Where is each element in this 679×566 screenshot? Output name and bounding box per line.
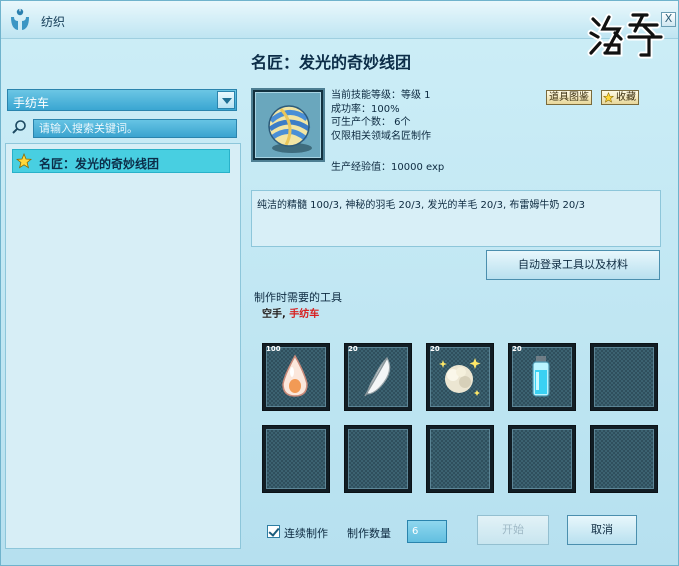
recipe-list: 名匠：发光的奇妙线团 [5, 143, 241, 549]
quantity-text: 可生产个数： 6个 [331, 117, 411, 128]
slot-background [594, 347, 654, 407]
favorite-button[interactable]: 收藏 [601, 90, 639, 105]
material-slot[interactable] [590, 425, 658, 493]
tool-prefix: 空手, [262, 309, 286, 320]
material-slot[interactable]: 100 [262, 343, 330, 411]
auto-register-button[interactable]: 自动登录工具以及材料 [486, 250, 660, 280]
dropdown-value: 手纺车 [13, 96, 50, 110]
feather-icon [364, 357, 391, 397]
tool-name: 手纺车 [289, 309, 320, 320]
search-icon [12, 120, 26, 134]
slot-background [512, 429, 572, 489]
star-icon [16, 153, 32, 169]
required-tools: 空手, 手纺车 [262, 305, 319, 320]
crafting-hands-icon [11, 8, 29, 30]
slot-background [594, 429, 654, 489]
tools-label: 制作时需要的工具 [254, 291, 342, 304]
slot-count: 20 [348, 345, 358, 353]
tool-dropdown[interactable]: 手纺车 [7, 89, 237, 111]
product-slot [255, 92, 321, 158]
crafting-window: 纺织 X 名匠：发光的奇妙线团 手纺车 请输入搜索关键词。 名匠：发光的奇妙线团… [0, 0, 679, 566]
slot-background [430, 429, 490, 489]
window-title: 纺织 [41, 15, 66, 29]
materials-box: 纯洁的精髓 100/3, 神秘的羽毛 20/3, 发光的羊毛 20/3, 布雷姆… [251, 190, 661, 247]
recipe-title: 名匠：发光的奇妙线团 [251, 53, 412, 72]
quantity-label: 制作数量 [347, 527, 391, 540]
material-slot[interactable]: 20 [426, 343, 494, 411]
yarn-ball-icon [268, 105, 312, 153]
success-rate-text: 成功率：100% [331, 103, 400, 115]
search-input[interactable] [33, 119, 237, 138]
materials-text: 纯洁的精髓 100/3, 神秘的羽毛 20/3, 发光的羊毛 20/3, 布雷姆… [257, 200, 585, 211]
slot-background [266, 429, 326, 489]
material-slot[interactable] [426, 425, 494, 493]
slot-background [348, 429, 408, 489]
product-item-frame [251, 88, 325, 162]
restriction-text: 仅限相关领域名匠制作 [331, 130, 431, 142]
chevron-down-icon[interactable] [217, 91, 235, 109]
favorite-label: 收藏 [616, 92, 636, 103]
exp-text: 生产经验值：10000 exp [331, 162, 445, 173]
material-slot[interactable] [508, 425, 576, 493]
material-slot[interactable] [344, 425, 412, 493]
glowing-wool-icon [439, 358, 481, 396]
watermark-logo [587, 11, 665, 59]
left-panel: 手纺车 名匠：发光的奇妙线团 [5, 85, 241, 549]
continuous-label: 连续制作 [284, 527, 328, 540]
slot-count: 20 [430, 345, 440, 353]
item-book-button[interactable]: 道具图鉴 [546, 90, 592, 105]
slot-count: 20 [512, 345, 522, 353]
skill-level-text: 当前技能等级：等级 1 [331, 90, 431, 101]
list-item[interactable]: 名匠：发光的奇妙线团 [12, 149, 230, 173]
slot-count: 100 [266, 345, 281, 353]
continuous-checkbox[interactable] [267, 525, 280, 538]
list-item-label: 名匠：发光的奇妙线团 [39, 157, 160, 171]
essence-icon [282, 354, 308, 397]
start-button[interactable]: 开始 [477, 515, 549, 545]
material-slot[interactable] [590, 343, 658, 411]
quantity-input[interactable] [407, 520, 447, 543]
material-slot[interactable]: 20 [344, 343, 412, 411]
star-icon [603, 92, 614, 103]
material-slot[interactable]: 20 [508, 343, 576, 411]
milk-bottle-icon [532, 356, 550, 397]
cancel-button[interactable]: 取消 [567, 515, 637, 545]
title-bar[interactable]: 纺织 X [1, 1, 678, 39]
material-slot[interactable] [262, 425, 330, 493]
recipe-info: 当前技能等级：等级 1 成功率：100% 可生产个数： 6个 仅限相关领域名匠制… [331, 89, 444, 175]
